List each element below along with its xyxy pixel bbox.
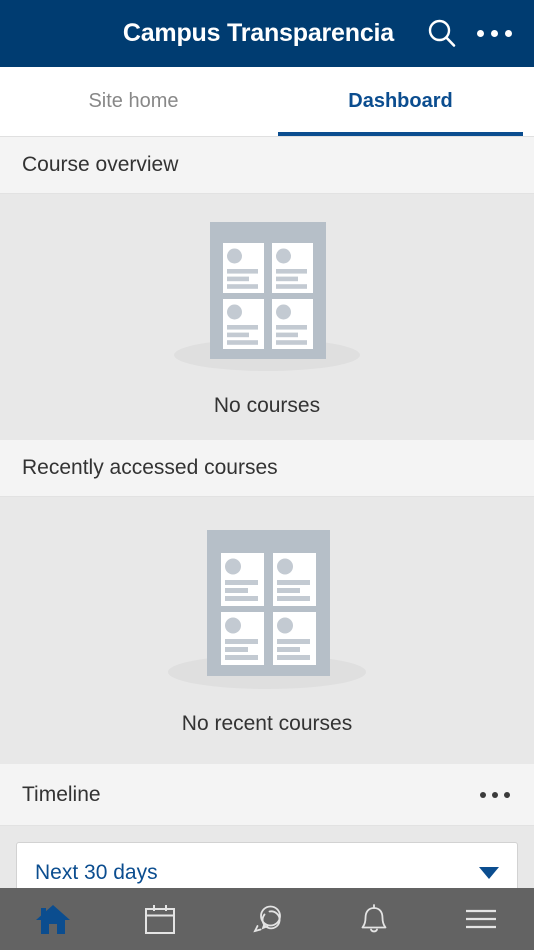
section-header-recently-accessed: Recently accessed courses bbox=[0, 440, 534, 497]
home-icon bbox=[36, 905, 71, 934]
more-horizontal-icon bbox=[476, 30, 512, 37]
timeline-more-button[interactable] bbox=[478, 784, 512, 806]
course-overview-empty-state: No courses bbox=[0, 194, 534, 440]
timeline-range-value: Next 30 days bbox=[35, 861, 158, 884]
nav-calendar[interactable] bbox=[107, 888, 214, 950]
course-overview-empty-label: No courses bbox=[213, 393, 321, 417]
tab-dashboard[interactable]: Dashboard bbox=[267, 67, 534, 136]
nav-notifications[interactable] bbox=[320, 888, 427, 950]
nav-home[interactable] bbox=[0, 888, 107, 950]
notifications-bell-icon bbox=[361, 904, 387, 933]
courses-placeholder-icon bbox=[168, 530, 366, 689]
app-header-actions bbox=[416, 8, 520, 60]
more-horizontal-icon bbox=[480, 791, 486, 798]
calendar-icon bbox=[145, 905, 176, 934]
search-icon bbox=[428, 19, 456, 47]
tab-bar: Site home Dashboard bbox=[0, 67, 534, 137]
recently-accessed-empty-label: No recent courses bbox=[181, 712, 353, 735]
nav-menu[interactable] bbox=[427, 888, 534, 950]
courses-placeholder-icon bbox=[174, 221, 360, 371]
search-button[interactable] bbox=[416, 8, 468, 60]
tab-dashboard-label: Dashboard bbox=[348, 90, 453, 112]
hamburger-menu-icon bbox=[465, 909, 496, 929]
chevron-down-icon bbox=[479, 867, 499, 879]
messages-icon bbox=[253, 905, 281, 933]
section-title-course-overview: Course overview bbox=[22, 153, 179, 176]
bottom-navigation-bar bbox=[0, 888, 534, 950]
header-more-button[interactable] bbox=[468, 8, 520, 60]
tab-site-home[interactable]: Site home bbox=[0, 67, 267, 136]
section-title-timeline: Timeline bbox=[22, 782, 101, 806]
tab-site-home-label: Site home bbox=[88, 90, 179, 112]
nav-messages[interactable] bbox=[214, 888, 321, 950]
recently-accessed-empty-state: No recent courses bbox=[0, 497, 534, 764]
section-header-timeline: Timeline bbox=[0, 764, 534, 826]
page-title: Campus Transparencia bbox=[122, 19, 394, 47]
dashboard-content[interactable]: Course overview No courses Recently acce… bbox=[0, 137, 534, 950]
section-title-recently-accessed: Recently accessed courses bbox=[22, 456, 278, 479]
app-header: Campus Transparencia bbox=[0, 0, 534, 67]
section-header-course-overview: Course overview bbox=[0, 137, 534, 194]
mobile-app-screen: Campus Transparencia Site home Dashboard bbox=[0, 0, 534, 950]
